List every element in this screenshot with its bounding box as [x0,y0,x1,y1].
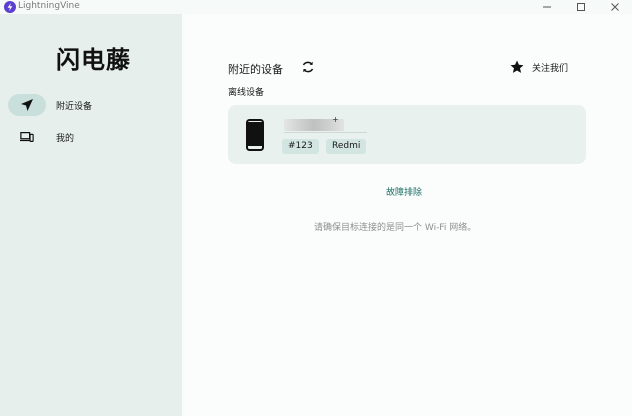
sidebar-item-label: 我的 [56,133,75,144]
title-bar: LightningVine [0,0,632,14]
star-icon [510,60,524,73]
refresh-icon[interactable] [301,60,315,74]
sidebar-item-label: 附近设备 [56,101,93,112]
follow-us-label: 关注我们 [532,63,569,74]
app-title: LightningVine [18,1,80,11]
offline-devices-heading: 离线设备 [228,88,265,98]
divider [284,132,367,133]
follow-us-button[interactable]: 关注我们 [510,60,568,74]
close-icon[interactable] [598,0,632,14]
main-panel: 附近的设备 关注我们 离线设备 + #123 Redmi 故障排除 请确保目标连… [182,14,632,416]
devices-icon [20,132,34,142]
active-indicator [8,94,46,116]
device-id-badge: #123 [282,139,319,154]
minimize-icon[interactable] [530,0,564,14]
maximize-icon[interactable] [564,0,598,14]
app-window: LightningVine 闪电藤 附近设备 我的 附近的设备 关注我们 离线设… [0,0,632,416]
brand-title: 闪电藤 [56,46,131,74]
sidebar-item-me[interactable]: 我的 [8,126,168,148]
sidebar-item-nearby[interactable]: 附近设备 [8,94,168,116]
troubleshoot-link[interactable]: 故障排除 [386,185,422,198]
send-icon [21,99,33,111]
page-title: 附近的设备 [228,63,283,76]
lightning-icon [4,1,16,13]
sidebar: 闪电藤 附近设备 我的 [0,14,182,416]
network-hint: 请确保目标连接的是同一个 Wi-Fi 网络。 [314,223,477,233]
phone-icon [246,119,264,151]
device-card[interactable]: + #123 Redmi [228,105,586,164]
device-brand-badge: Redmi [326,139,367,154]
device-name-mark: + [332,115,339,124]
